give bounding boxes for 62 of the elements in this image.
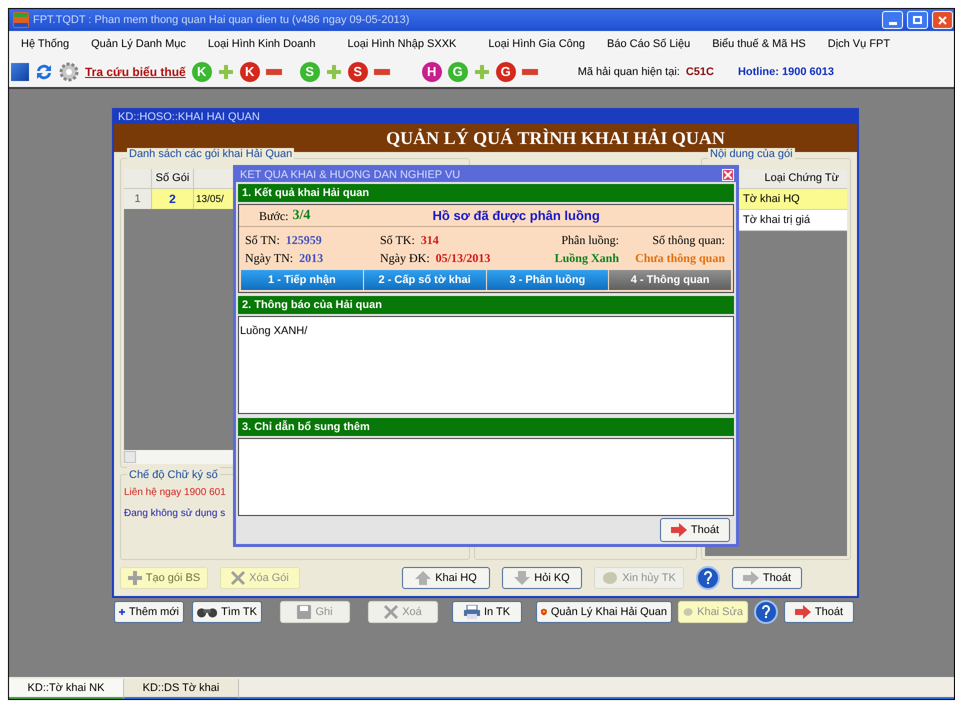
office-code: C51C: [686, 64, 714, 80]
letter-icon[interactable]: S: [348, 62, 368, 82]
progress-step: 2 - Cấp số tờ khai: [364, 270, 486, 290]
toolbar-button[interactable]: Quản Lý Khai Hải Quan: [536, 601, 672, 623]
column-header: Số Gói: [152, 169, 194, 189]
toolbar-button[interactable]: Tạo gói BS: [120, 567, 208, 589]
toolbar-button[interactable]: Khai HQ: [402, 567, 490, 589]
exit-button[interactable]: Thoát: [660, 518, 730, 542]
message-text: Luồng XANH/: [240, 325, 308, 337]
section-title: 3. Chỉ dẫn bổ sung thêm: [242, 419, 370, 435]
group-title: Nội dung của gói: [708, 148, 795, 161]
toolbar-button[interactable]: Thêm mới: [114, 601, 184, 623]
field-value: 2013: [299, 250, 324, 266]
field-value: Chưa thông quan: [635, 250, 725, 266]
toolbar-button[interactable]: Thoát: [732, 567, 802, 589]
menu-item[interactable]: Báo Cáo Số Liệu: [607, 36, 690, 52]
dialog-title: KET QUA KHAI & HUONG DAN NGHIEP VU: [240, 170, 462, 180]
field-value: 314: [420, 232, 439, 248]
section-title: 2. Thông báo của Hải quan: [242, 298, 382, 313]
signature-note: Liên hệ ngay 1900 601: [124, 486, 226, 500]
field-label: Số TN:: [245, 232, 280, 248]
office-label: Mã hải quan hiện tại:: [578, 64, 680, 80]
progress-step: 1 - Tiếp nhận: [241, 270, 363, 290]
letter-icon[interactable]: K: [240, 62, 260, 82]
field-value: 05/13/2013: [436, 250, 490, 266]
toolbar-button[interactable]: In TK: [452, 601, 522, 623]
menu-item[interactable]: Quản Lý Danh Mục: [91, 36, 186, 52]
menu-item[interactable]: Dịch Vụ FPT: [828, 36, 890, 52]
progress-step: 3 - Phân luồng: [486, 270, 608, 290]
group-title: Chế độ Chữ ký số: [127, 467, 220, 484]
menu-item[interactable]: Loại Hình Kinh Doanh: [208, 36, 316, 52]
progress-step: 4 - Thông quan: [609, 270, 731, 290]
tariff-lookup-link[interactable]: Tra cứu biểu thuế: [85, 63, 186, 81]
toolbar-button[interactable]: Thoát: [784, 601, 854, 623]
field-value: Luồng Xanh: [554, 250, 619, 266]
row-number: 1: [124, 189, 152, 209]
menu-item[interactable]: Hệ Thống: [21, 36, 70, 52]
step-label: Bước:: [259, 208, 289, 224]
field-label: Số thông quan:: [652, 232, 725, 248]
field-label: Số TK:: [380, 232, 415, 248]
toolbar-button[interactable]: Tìm TK: [192, 601, 262, 623]
hotline-text: Hotline: 1900 6013: [738, 64, 834, 80]
letter-icon[interactable]: H: [422, 62, 442, 82]
page-heading: QUẢN LÝ QUÁ TRÌNH KHAI HẢI QUAN: [386, 126, 725, 149]
letter-icon[interactable]: G: [496, 62, 516, 82]
signature-note: Đang không sử dụng s: [124, 507, 226, 521]
window-tab[interactable]: KD::DS Tờ khai: [124, 679, 239, 699]
window-tab[interactable]: KD::Tờ khai NK: [9, 679, 124, 699]
field-label: Phân luồng:: [561, 232, 619, 248]
window-title: FPT.TQDT : Phan mem thong quan Hai quan dien tu (v486 ngay 09-05-2013): [33, 12, 410, 28]
step-value: 3/4: [292, 207, 312, 225]
field-label: Ngày ĐK:: [380, 250, 430, 266]
field-label: Ngày TN:: [245, 250, 294, 266]
table-cell: 2: [152, 189, 194, 209]
toolbar-button[interactable]: Hỏi KQ: [502, 567, 582, 589]
status-text: Hồ sơ đã được phân luồng: [432, 206, 600, 225]
menu-item[interactable]: Biểu thuế & Mã HS: [712, 36, 806, 52]
menu-item[interactable]: Loại Hình Gia Công: [488, 36, 586, 52]
field-value: 125959: [286, 232, 322, 248]
group-title: Danh sách các gói khai Hải Quan: [127, 148, 294, 161]
window-title: KD::HOSO::KHAI HAI QUAN: [118, 112, 260, 122]
menu-item[interactable]: Loại Hình Nhập SXXK: [348, 36, 456, 52]
